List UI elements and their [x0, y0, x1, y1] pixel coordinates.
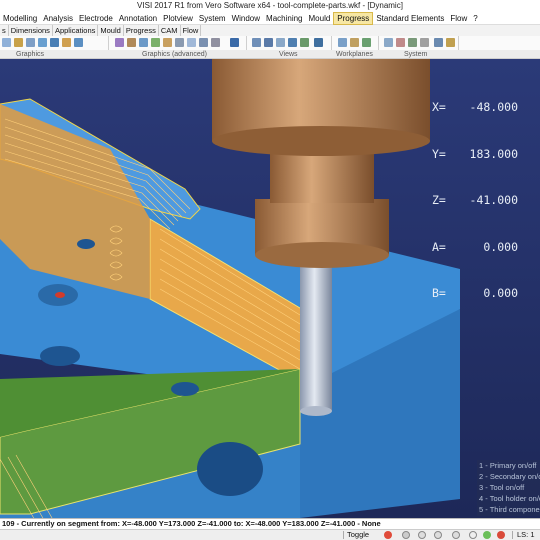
system-icon-3[interactable]: [408, 38, 417, 47]
menu-help[interactable]: ?: [470, 12, 480, 25]
coord-x-value: -48.000: [469, 100, 518, 114]
shortcut-legend: 1 - Primary on/off 2 - Secondary on/off …: [477, 460, 540, 516]
tab-progress[interactable]: Progress: [124, 25, 159, 36]
cutter-shaft: [300, 261, 332, 411]
ribbon-tab-bar: s Dimensions Applications Mould Progress…: [0, 25, 540, 36]
shading-icon-4[interactable]: [151, 38, 160, 47]
legend-item: 4 - Tool holder on/off: [479, 494, 540, 503]
coord-z-value: -41.000: [469, 193, 518, 207]
tool-holder-collet-base: [255, 242, 389, 268]
menu-annotation[interactable]: Annotation: [116, 12, 160, 25]
system-icon-5[interactable]: [434, 38, 443, 47]
shading-icon-1[interactable]: [115, 38, 124, 47]
divider: [343, 531, 344, 539]
group-label-system: System: [404, 51, 428, 58]
red-status-icon[interactable]: [384, 531, 392, 539]
view-icon-2[interactable]: [264, 38, 273, 47]
menu-progress[interactable]: Progress: [333, 11, 374, 25]
graphics-icon-4[interactable]: [38, 38, 47, 47]
tab-applications[interactable]: Applications: [53, 25, 99, 36]
group-label-graphics-advanced: Graphics (advanced): [142, 51, 207, 58]
hole-side: [197, 442, 263, 496]
view-icon-3[interactable]: [276, 38, 285, 47]
graphics-icon-2[interactable]: [14, 38, 23, 47]
view-icon-5[interactable]: [300, 38, 309, 47]
system-icon-2[interactable]: [396, 38, 405, 47]
system-icon-1[interactable]: [384, 38, 393, 47]
tab-partial[interactable]: s: [0, 25, 9, 36]
coord-y-value: 183.000: [469, 146, 518, 161]
graphics-icon-5[interactable]: [50, 38, 59, 47]
menu-modelling[interactable]: Modelling: [0, 12, 40, 25]
grid-icon[interactable]: [418, 531, 426, 539]
position-readout: X= -48.000 Y= 183.000 Z= -41.000 A= 0.000 B=…: [432, 100, 518, 300]
tab-dimensions[interactable]: Dimensions: [9, 25, 53, 36]
group-label-workplanes: Workplanes: [336, 51, 373, 58]
hole-center-marker: [55, 292, 65, 298]
ribbon-toolbar: [0, 36, 540, 50]
legend-item: 1 - Primary on/off: [479, 461, 537, 470]
graphics-icon-1[interactable]: [2, 38, 11, 47]
graphics-icon-6[interactable]: [62, 38, 71, 47]
snap-icon[interactable]: [402, 531, 410, 539]
ortho-icon[interactable]: [434, 531, 442, 539]
tab-cam[interactable]: CAM: [159, 25, 181, 36]
bottom-status-bar: Toggle LS: 1: [0, 529, 540, 540]
status-message: 109 - Currently on segment from: X=-48.0…: [0, 518, 540, 529]
coord-b-value: 0.000: [483, 286, 518, 300]
view-icon-6[interactable]: [314, 38, 323, 47]
workplane-icon-2[interactable]: [350, 38, 359, 47]
tab-flow[interactable]: Flow: [181, 25, 202, 36]
shading-icon-3[interactable]: [139, 38, 148, 47]
toggle-button[interactable]: Toggle: [347, 530, 369, 540]
legend-item: 5 - Third component: [479, 505, 540, 514]
shading-icon-2[interactable]: [127, 38, 136, 47]
layer-set-indicator: LS: 1: [517, 530, 535, 539]
group-label-views: Views: [279, 51, 298, 58]
blank-icon[interactable]: [469, 531, 477, 539]
hole-pocket: [77, 239, 95, 249]
shading-icon-9[interactable]: [211, 38, 220, 47]
menu-window[interactable]: Window: [229, 12, 263, 25]
shading-icon-6[interactable]: [175, 38, 184, 47]
menu-plotview[interactable]: Plotview: [160, 12, 196, 25]
menu-analysis[interactable]: Analysis: [40, 12, 76, 25]
hole-small: [171, 382, 199, 396]
workplane-icon-3[interactable]: [362, 38, 371, 47]
refresh-icon[interactable]: [483, 531, 491, 539]
graphics-icon-3[interactable]: [26, 38, 35, 47]
hole-lower: [40, 346, 80, 366]
menu-mould[interactable]: Mould: [306, 12, 334, 25]
legend-item: 3 - Tool on/off: [479, 483, 525, 492]
window-title: VISI 2017 R1 from Vero Software x64 - to…: [0, 0, 540, 12]
3d-viewport[interactable]: X= -48.000 Y= 183.000 Z= -41.000 A= 0.000 B=…: [0, 59, 540, 518]
system-icon-4[interactable]: [420, 38, 429, 47]
coord-a-value: 0.000: [483, 239, 518, 254]
menu-standard-elements[interactable]: Standard Elements: [373, 12, 447, 25]
stop-icon[interactable]: [497, 531, 505, 539]
workplane-icon-1[interactable]: [338, 38, 347, 47]
divider: [512, 531, 513, 539]
shading-icon-5[interactable]: [163, 38, 172, 47]
menu-flow[interactable]: Flow: [447, 12, 470, 25]
group-label-graphics: Graphics: [16, 51, 45, 58]
ribbon-group-labels: Graphics Graphics (advanced) Views Workp…: [0, 50, 540, 59]
cutter-tip: [300, 406, 332, 416]
legend-item: 2 - Secondary on/off: [479, 472, 540, 481]
shading-icon-10[interactable]: [230, 38, 239, 47]
tab-mould[interactable]: Mould: [98, 25, 124, 36]
shading-icon-8[interactable]: [199, 38, 208, 47]
graphics-icon-7[interactable]: [74, 38, 83, 47]
menu-electrode[interactable]: Electrode: [76, 12, 116, 25]
menu-system[interactable]: System: [196, 12, 229, 25]
menu-bar: Modelling Analysis Electrode Annotation …: [0, 11, 540, 25]
menu-machining[interactable]: Machining: [263, 12, 305, 25]
spindle-head-base: [212, 126, 430, 156]
layer-icon[interactable]: [452, 531, 460, 539]
view-icon-1[interactable]: [252, 38, 261, 47]
view-icon-4[interactable]: [288, 38, 297, 47]
shading-icon-7[interactable]: [187, 38, 196, 47]
system-icon-6[interactable]: [446, 38, 455, 47]
